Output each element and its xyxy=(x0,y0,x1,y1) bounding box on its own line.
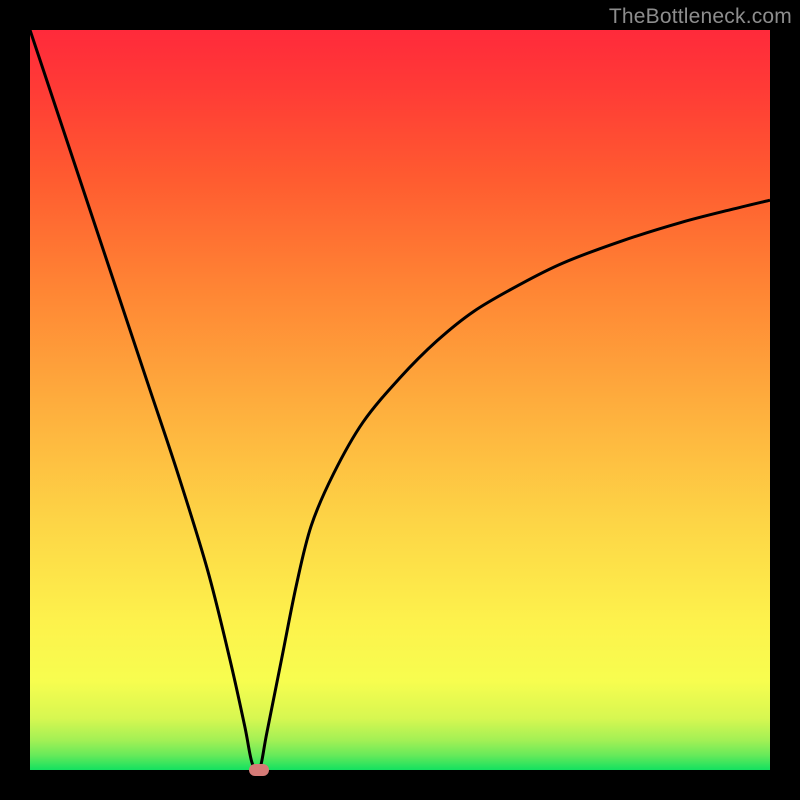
bottleneck-curve xyxy=(30,30,770,770)
minimum-marker xyxy=(249,764,269,776)
chart-frame: TheBottleneck.com xyxy=(0,0,800,800)
curve-path xyxy=(30,30,770,770)
plot-area xyxy=(30,30,770,770)
watermark-text: TheBottleneck.com xyxy=(609,5,792,29)
